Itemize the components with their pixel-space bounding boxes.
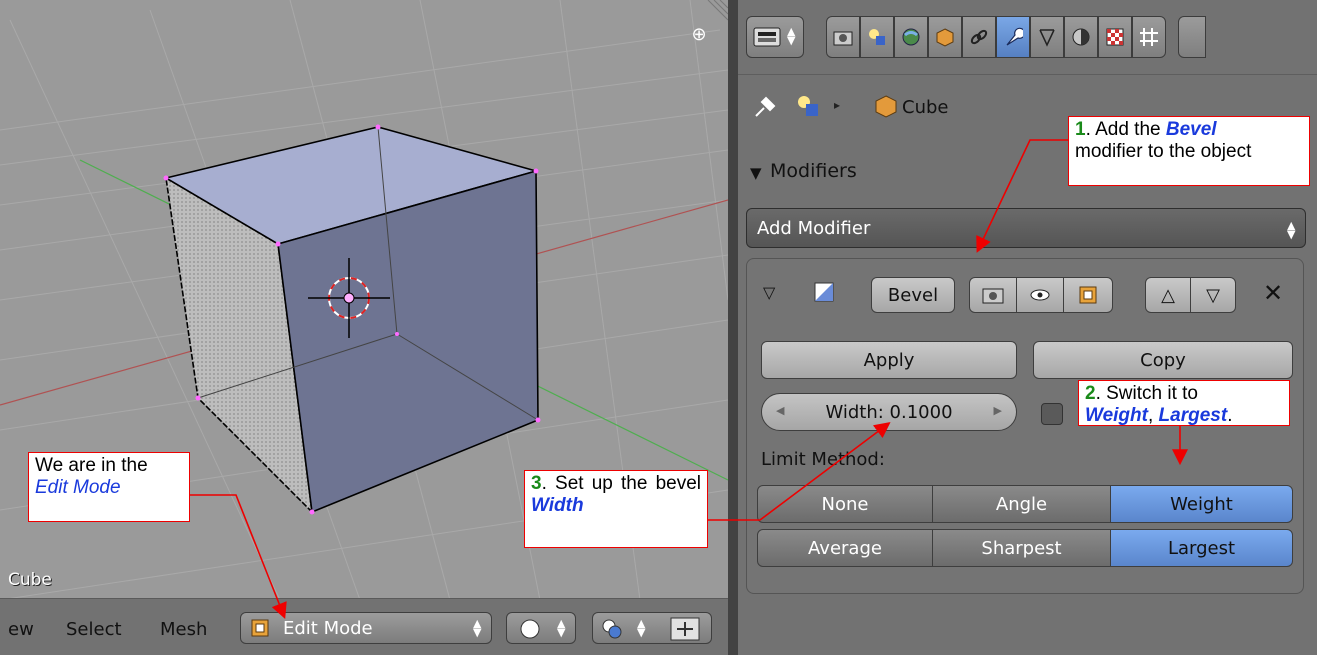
cube-mesh[interactable] <box>163 124 541 515</box>
width-field[interactable]: ◀ Width: 0.1000 ▶ <box>761 393 1017 431</box>
width-value: Width: 0.1000 <box>825 402 953 423</box>
render-layers-icon <box>869 29 885 45</box>
limit-weight-button[interactable]: Weight <box>1110 485 1293 523</box>
apply-button[interactable]: Apply <box>761 341 1017 379</box>
chevron-right-icon: ▸ <box>834 98 841 112</box>
tab-world[interactable] <box>894 16 928 58</box>
pivot-icon <box>602 619 622 639</box>
viewport-toggle-button[interactable] <box>1016 277 1064 313</box>
menu-select[interactable]: Select <box>66 619 122 640</box>
chain-link-icon <box>970 29 988 45</box>
callout-set-width: 3. Set up the bevel Width <box>524 470 708 548</box>
mode-label: Edit Mode <box>283 618 373 639</box>
triangle-up-icon: △ <box>1161 284 1175 306</box>
limit-angle-button[interactable]: Angle <box>932 485 1111 523</box>
callout-switch-weight-largest: 2. Switch it to Weight, Largest. <box>1078 380 1290 426</box>
shading-selector[interactable]: ▲ ▼ <box>506 612 576 644</box>
texture-checker-icon <box>1106 28 1124 46</box>
move-down-button[interactable]: ▽ <box>1190 277 1236 313</box>
tab-physics[interactable] <box>1178 16 1206 58</box>
width-average-button[interactable]: Average <box>757 529 933 567</box>
width-sharpest-button[interactable]: Sharpest <box>932 529 1111 567</box>
limit-method-label: Limit Method: <box>761 449 885 470</box>
material-sphere-icon <box>1072 28 1090 46</box>
modifier-name-field[interactable]: Bevel <box>871 277 955 313</box>
add-modifier-label: Add Modifier <box>757 218 871 239</box>
updown-icon: ▲ ▼ <box>557 617 566 639</box>
eye-icon <box>1030 289 1050 301</box>
edit-mode-icon <box>1079 286 1097 304</box>
editor-type-button[interactable]: ▲ ▼ <box>746 16 804 58</box>
bevel-modifier-icon <box>814 282 834 302</box>
copy-button[interactable]: Copy <box>1033 341 1293 379</box>
viewport-header: ew Select Mesh Edit Mode ▲ ▼ ▲ ▼ ▲ ▼ <box>0 598 728 655</box>
object-cube-icon <box>875 95 897 118</box>
particles-icon <box>1140 28 1158 46</box>
editmode-toggle-button[interactable] <box>1063 277 1113 313</box>
tab-render[interactable] <box>826 16 860 58</box>
limit-none-button[interactable]: None <box>757 485 933 523</box>
callout-add-bevel: 1. Add the Bevel modifier to the object <box>1068 116 1310 186</box>
viewport-object-name: Cube <box>8 570 52 590</box>
wrench-icon <box>1006 27 1023 46</box>
tab-texture[interactable] <box>1098 16 1132 58</box>
move-up-button[interactable]: △ <box>1145 277 1191 313</box>
camera-icon <box>982 288 1004 304</box>
increment-arrow-icon[interactable]: ▶ <box>994 404 1002 417</box>
menu-mesh[interactable]: Mesh <box>160 619 207 640</box>
modifiers-panel-title[interactable]: Modifiers <box>770 160 857 182</box>
tab-modifiers[interactable] <box>996 16 1030 58</box>
pin-icon[interactable] <box>752 94 778 120</box>
updown-icon: ▲ ▼ <box>473 617 482 639</box>
tab-particles[interactable] <box>1132 16 1166 58</box>
scene-icon <box>798 96 818 116</box>
tab-data[interactable] <box>1030 16 1064 58</box>
3d-viewport[interactable]: ⊕ Cube ew Select Mesh Edit Mode ▲ ▼ ▲ ▼ ▲ ▼ <box>0 0 728 655</box>
manipulator-icon <box>670 617 700 641</box>
world-icon <box>902 28 920 46</box>
editor-type-icon <box>753 27 781 47</box>
mesh-data-icon <box>1039 29 1055 47</box>
area-divider[interactable] <box>728 0 738 655</box>
pivot-selector[interactable]: ▲ ▼ <box>592 612 712 644</box>
object-cube-icon <box>936 28 954 47</box>
solid-sphere-icon <box>520 619 540 639</box>
camera-icon <box>833 31 853 46</box>
properties-editor: ▲ ▼ ▸ Cube ▼ Modifiers Add Modifier ▲ ▼ ▽ … <box>738 0 1317 655</box>
menu-view[interactable]: ew <box>8 619 34 640</box>
add-plus-icon[interactable]: ⊕ <box>690 26 708 44</box>
triangle-down-icon: ▽ <box>1206 284 1220 306</box>
render-toggle-button[interactable] <box>969 277 1017 313</box>
updown-icon: ▲ ▼ <box>787 25 796 47</box>
context-object-name: Cube <box>902 97 949 118</box>
tab-material[interactable] <box>1064 16 1098 58</box>
properties-tabs: ▲ ▼ <box>738 0 1317 75</box>
close-icon[interactable]: ✕ <box>1263 279 1283 307</box>
callout-edit-mode: We are in the Edit Mode <box>28 452 190 522</box>
vertex-checkbox[interactable] <box>1041 403 1063 425</box>
tab-object[interactable] <box>928 16 962 58</box>
edit-mode-icon <box>251 619 269 637</box>
updown-icon: ▲ ▼ <box>637 617 646 639</box>
tab-constraints[interactable] <box>962 16 996 58</box>
updown-icon: ▲ ▼ <box>1287 219 1296 241</box>
add-modifier-dropdown[interactable]: Add Modifier ▲ ▼ <box>746 208 1306 248</box>
width-largest-button[interactable]: Largest <box>1110 529 1293 567</box>
area-corner-grip[interactable] <box>707 0 728 21</box>
mode-selector[interactable]: Edit Mode ▲ ▼ <box>240 612 492 644</box>
collapse-triangle-icon[interactable]: ▽ <box>763 283 775 302</box>
disclosure-triangle-icon[interactable]: ▼ <box>750 164 762 182</box>
tab-render-layers[interactable] <box>860 16 894 58</box>
